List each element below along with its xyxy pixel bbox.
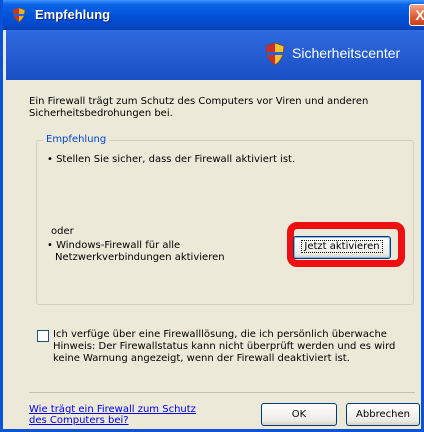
dialog-window: Empfehlung X Sicherheitscenter Ein Firew… (0, 0, 424, 432)
help-link-line1[interactable]: Wie trägt ein Firewall zum Schutz (29, 404, 209, 415)
shield-icon (12, 7, 26, 23)
groupbox-legend: Empfehlung (43, 134, 110, 145)
enable-firewall-bullet: • Windows-Firewall für alle Netzwerkverb… (47, 240, 225, 264)
header-banner: Sicherheitscenter (6, 30, 424, 80)
activate-now-label: Jetzt aktivieren (301, 240, 383, 253)
help-link[interactable]: Wie trägt ein Firewall zum Schutz des Co… (29, 404, 209, 426)
footer-divider (29, 392, 415, 393)
activate-now-button[interactable]: Jetzt aktivieren (293, 236, 391, 259)
title-bar[interactable]: Empfehlung X (3, 0, 424, 30)
window-title: Empfehlung (35, 7, 111, 22)
ok-button[interactable]: OK (261, 403, 337, 426)
help-link-line2[interactable]: des Computers bei? (29, 415, 209, 426)
intro-text: Ein Firewall trägt zum Schutz des Comput… (29, 96, 369, 119)
close-button[interactable]: X (409, 4, 424, 26)
enable-firewall-bullet-line1: • Windows-Firewall für alle (47, 240, 181, 251)
firewall-status-bullet: • Stellen Sie sicher, dass der Firewall … (47, 154, 296, 165)
or-label: oder (51, 226, 74, 237)
cancel-button[interactable]: Abbrechen (346, 403, 420, 426)
own-firewall-label[interactable]: Ich verfüge über eine Firewalllösung, di… (53, 329, 415, 365)
own-firewall-checkbox[interactable] (37, 330, 49, 342)
banner-title: Sicherheitscenter (292, 45, 401, 61)
enable-firewall-bullet-line2: Netzwerkverbindungen aktivieren (55, 252, 225, 263)
shield-icon (265, 42, 285, 66)
